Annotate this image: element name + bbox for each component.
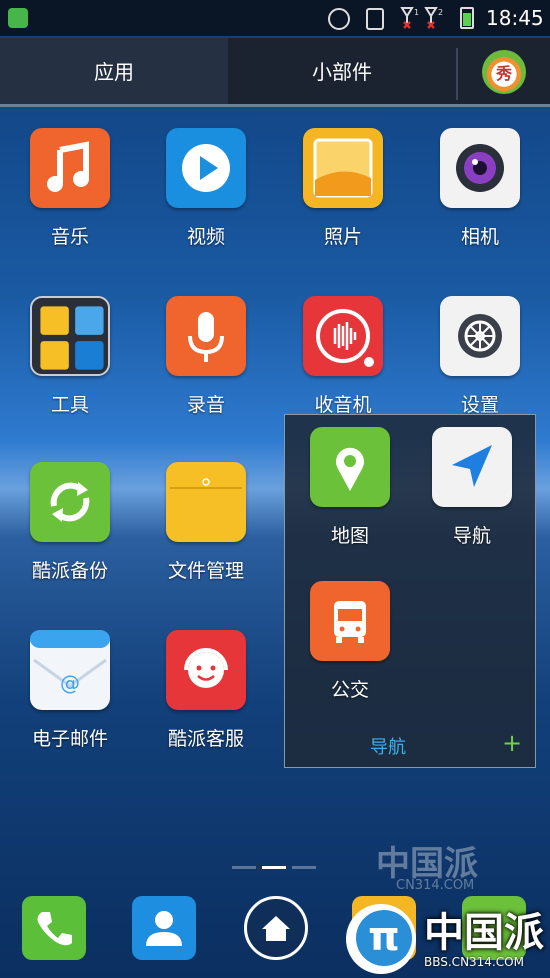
backup-sync-icon — [30, 462, 110, 542]
folder-app-bus[interactable]: 公交 — [290, 581, 410, 721]
app-label: 酷派备份 — [31, 560, 108, 582]
photo-icon — [303, 128, 383, 208]
camera-icon — [440, 128, 520, 208]
folder-name[interactable]: 导航 — [285, 733, 491, 759]
app-label: 导航 — [452, 525, 491, 547]
folder-app-navigation[interactable]: 导航 — [412, 427, 532, 567]
app-backup[interactable]: 酷派备份 — [10, 462, 130, 602]
app-label: 相机 — [460, 226, 499, 248]
tab-divider — [456, 48, 458, 100]
signal-2-label: 2 — [438, 8, 443, 17]
app-label: 照片 — [323, 226, 362, 248]
page-dot-1[interactable] — [232, 866, 256, 869]
app-label: 文件管理 — [167, 560, 244, 582]
bus-icon — [310, 581, 390, 661]
watermark-url-faint: CN314.COM — [396, 878, 475, 893]
watermark-url: BBS.CN314.COM — [424, 955, 524, 969]
tools-icon — [30, 296, 110, 376]
app-label: 收音机 — [314, 394, 372, 416]
app-camera[interactable]: 相机 — [420, 128, 540, 268]
map-pin-icon — [310, 427, 390, 507]
app-recorder[interactable]: 录音 — [146, 296, 266, 436]
vibrate-icon — [366, 8, 384, 30]
settings-gear-icon — [440, 296, 520, 376]
phone-icon[interactable] — [22, 896, 86, 960]
app-label: 地图 — [330, 525, 369, 547]
tab-widgets[interactable]: 小部件 — [228, 38, 456, 106]
page-dot-2[interactable] — [262, 866, 286, 869]
status-bar: 1 2 18:45 — [0, 0, 550, 36]
shield-icon — [8, 8, 28, 28]
app-label: 酷派客服 — [167, 728, 244, 750]
signal-1-label: 1 — [414, 8, 419, 17]
status-time: 18:45 — [486, 6, 544, 30]
radio-icon — [303, 296, 383, 376]
app-file-manager[interactable]: 文件管理 — [146, 462, 266, 602]
signal-2-icon: 2 — [424, 7, 443, 29]
add-app-button[interactable]: + — [499, 729, 525, 757]
battery-icon — [460, 7, 474, 29]
music-icon — [30, 128, 110, 208]
app-label: 工具 — [50, 394, 89, 416]
tab-underline — [0, 104, 550, 107]
app-customer-service[interactable]: 酷派客服 — [146, 630, 266, 770]
app-email[interactable]: @ 电子邮件 — [10, 630, 130, 770]
page-dot-3[interactable] — [292, 866, 316, 869]
app-music[interactable]: 音乐 — [10, 128, 130, 268]
app-label: 设置 — [460, 394, 499, 416]
navigation-arrow-icon — [432, 427, 512, 507]
watermark-text: 中国派 — [424, 910, 544, 956]
app-video[interactable]: 视频 — [146, 128, 266, 268]
contacts-icon[interactable] — [132, 896, 196, 960]
svg-text:@: @ — [60, 671, 80, 695]
app-label: 视频 — [186, 226, 225, 248]
video-play-icon — [166, 128, 246, 208]
app-tools[interactable]: 工具 — [10, 296, 130, 436]
watermark-logo-inner: π — [356, 910, 412, 966]
app-photos[interactable]: 照片 — [283, 128, 403, 268]
home-icon[interactable] — [244, 896, 308, 960]
microphone-icon — [166, 296, 246, 376]
folder-popup: 地图 导航 公交 导航 + — [284, 414, 536, 768]
signal-1-icon: 1 — [400, 7, 419, 29]
email-icon: @ — [30, 630, 110, 710]
app-label: 录音 — [186, 394, 225, 416]
app-label: 电子邮件 — [31, 728, 108, 750]
tab-apps[interactable]: 应用 — [0, 38, 228, 106]
folder-app-map[interactable]: 地图 — [290, 427, 410, 567]
folder-icon — [166, 462, 246, 542]
customer-service-icon — [166, 630, 246, 710]
alarm-icon — [328, 8, 350, 30]
theme-logo-glyph: 秀 — [495, 64, 512, 83]
watermark-logo-glyph: π — [368, 914, 400, 960]
tab-bar: 应用 小部件 — [0, 38, 550, 106]
app-label: 公交 — [330, 679, 369, 701]
app-label: 音乐 — [50, 226, 89, 248]
theme-logo-icon[interactable]: 秀 — [482, 50, 526, 94]
